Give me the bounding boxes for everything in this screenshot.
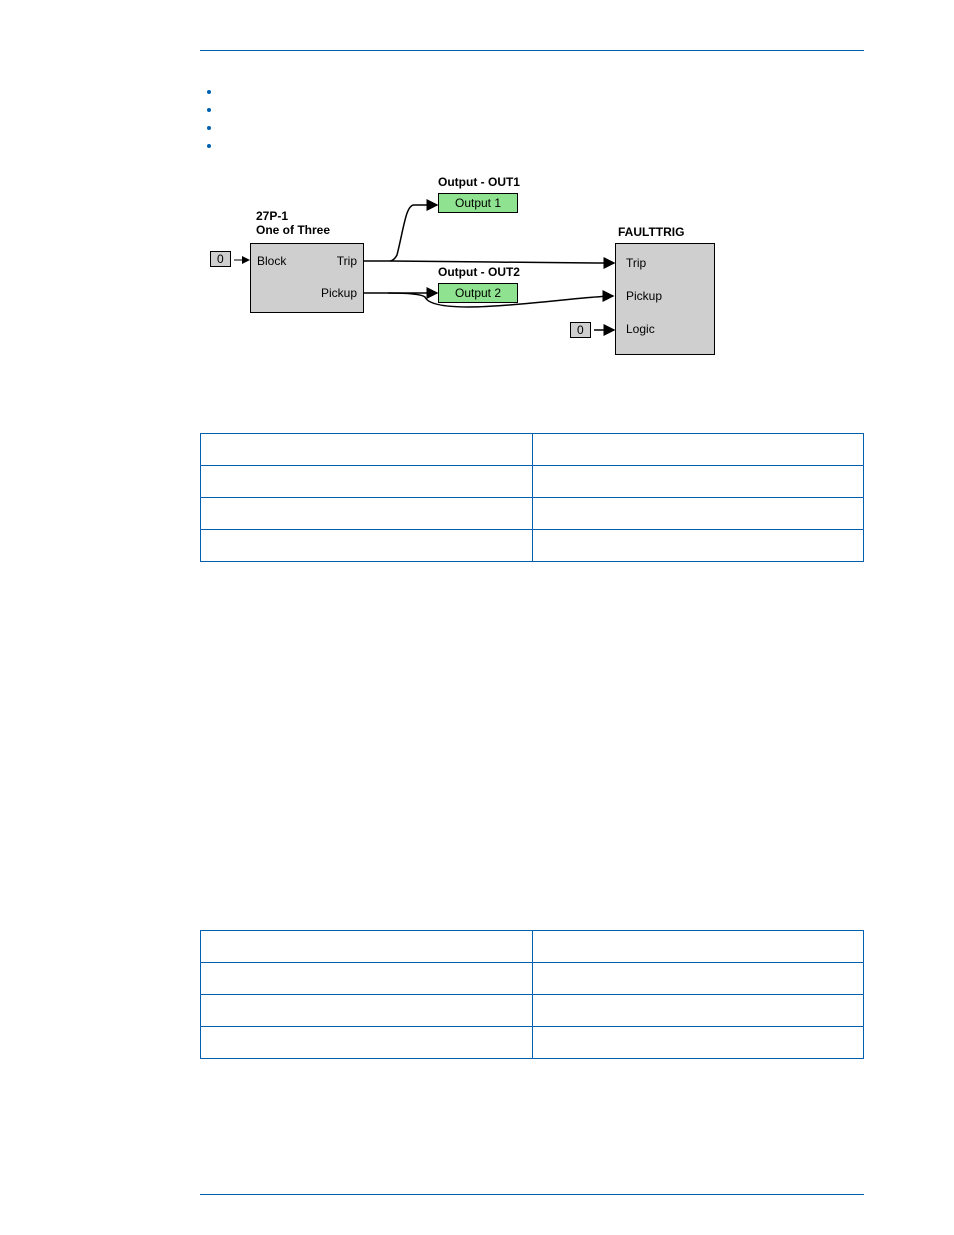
zero-input-2: 0 bbox=[570, 322, 591, 338]
logic-diagram: 27P-1 One of Three Block Trip Pickup 0 O… bbox=[200, 165, 720, 365]
table-cell bbox=[201, 1027, 533, 1059]
zero-input-1: 0 bbox=[210, 251, 231, 267]
block-27p-line1: 27P-1 bbox=[256, 209, 288, 223]
table-cell bbox=[532, 931, 864, 963]
fault-port-pickup: Pickup bbox=[626, 289, 662, 303]
settings-table-1 bbox=[200, 433, 864, 562]
bullet-item bbox=[222, 119, 864, 135]
table-cell bbox=[532, 963, 864, 995]
block-27p-line2: One of Three bbox=[256, 223, 330, 237]
bullet-item bbox=[222, 83, 864, 99]
table-cell bbox=[201, 434, 533, 466]
output2-box: Output 2 bbox=[438, 283, 518, 303]
table-cell bbox=[201, 498, 533, 530]
table-cell bbox=[201, 530, 533, 562]
fault-port-trip: Trip bbox=[626, 256, 646, 270]
output2-label: Output - OUT2 bbox=[438, 265, 520, 279]
table-cell bbox=[201, 963, 533, 995]
table-cell bbox=[532, 498, 864, 530]
settings-table-2 bbox=[200, 930, 864, 1059]
faulttrig-title: FAULTTRIG bbox=[618, 225, 684, 239]
bullet-item bbox=[222, 137, 864, 153]
output1-label: Output - OUT1 bbox=[438, 175, 520, 189]
table-cell bbox=[201, 931, 533, 963]
port-pickup: Pickup bbox=[321, 286, 357, 300]
block-27p-title: 27P-1 One of Three bbox=[256, 209, 330, 237]
port-trip: Trip bbox=[337, 254, 357, 268]
table-cell bbox=[201, 995, 533, 1027]
table-cell bbox=[201, 466, 533, 498]
top-divider bbox=[200, 50, 864, 51]
table-cell bbox=[532, 530, 864, 562]
table-cell bbox=[532, 995, 864, 1027]
fault-port-logic: Logic bbox=[626, 322, 655, 336]
bottom-divider bbox=[200, 1194, 864, 1195]
table-cell bbox=[532, 466, 864, 498]
bullet-item bbox=[222, 101, 864, 117]
output1-box: Output 1 bbox=[438, 193, 518, 213]
port-block: Block bbox=[257, 254, 286, 268]
bullet-list bbox=[200, 83, 864, 153]
table-cell bbox=[532, 434, 864, 466]
table-cell bbox=[532, 1027, 864, 1059]
block-27p: Block Trip Pickup bbox=[250, 243, 364, 313]
faulttrig-block: Trip Pickup Logic bbox=[615, 243, 715, 355]
